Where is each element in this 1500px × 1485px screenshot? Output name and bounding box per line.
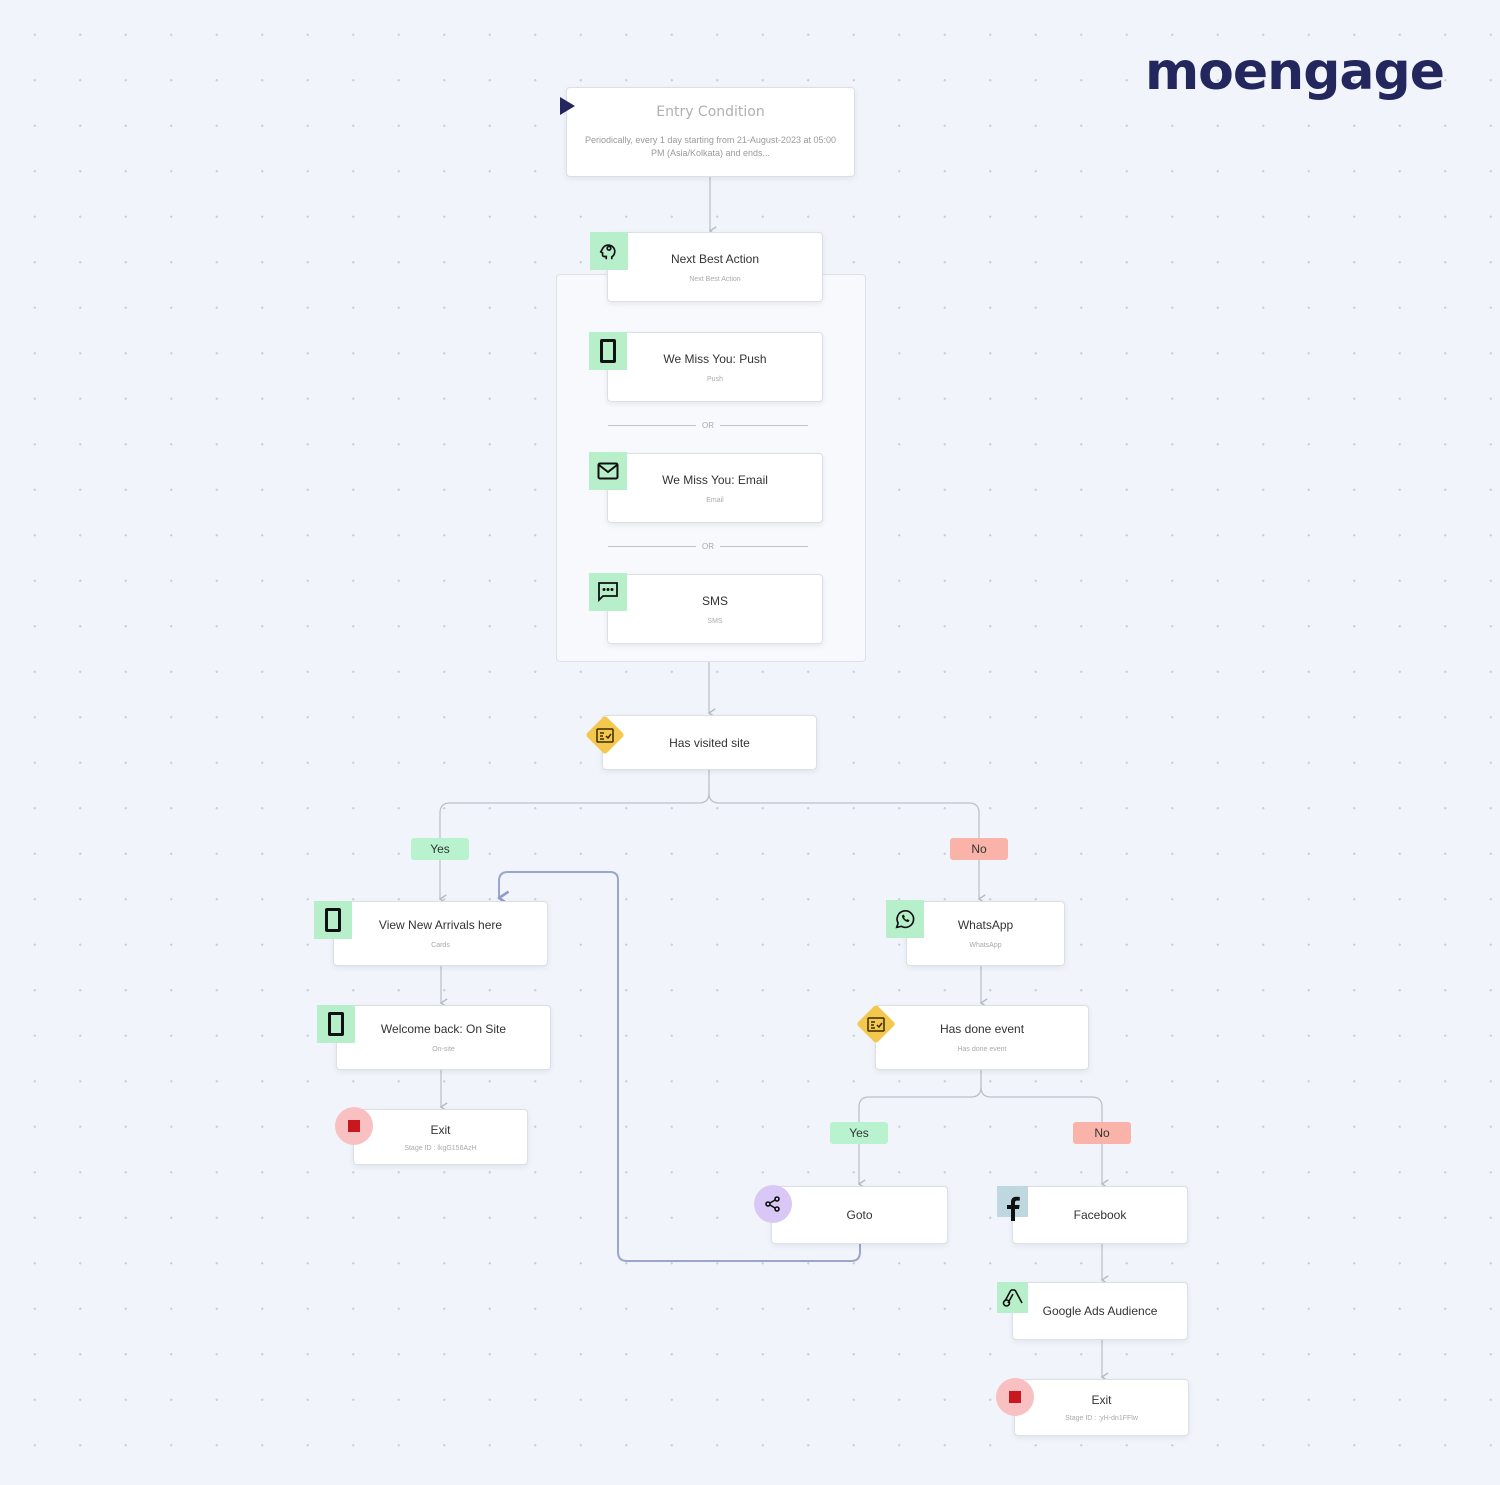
node-title: Has visited site [669,735,750,750]
node-title: WhatsApp [957,918,1014,932]
facebook-node[interactable]: Facebook [1012,1186,1188,1244]
entry-condition-title: Entry Condition [656,104,765,120]
google-ads-node[interactable]: Google Ads Audience [1012,1282,1188,1340]
node-title: Google Ads Audience [1042,1304,1158,1318]
node-title: Exit [1091,1393,1112,1407]
stage-id: Stage ID : :yH-dn1FFlw [1065,1415,1138,1422]
next-best-action-node[interactable]: Next Best Action Next Best Action [607,232,823,302]
node-subtitle: Has done event [957,1046,1007,1053]
play-icon [560,97,575,115]
or-divider: OR [608,540,808,552]
node-title: Goto [846,1208,873,1222]
node-title: Next Best Action [670,251,760,266]
no-branch-label: No [950,838,1008,860]
entry-condition-description: Periodically, every 1 day starting from … [585,135,836,158]
or-label: OR [702,420,714,430]
node-subtitle: Next Best Action [689,275,741,283]
mobile-icon [317,1005,355,1043]
node-subtitle: On-site [432,1046,455,1053]
has-done-event-node[interactable]: Has done event Has done event [875,1005,1089,1070]
condition-checklist-icon [856,1004,896,1044]
connector-split-1-no [708,792,980,838]
goto-node[interactable]: Goto [771,1186,948,1244]
node-subtitle: SMS [707,617,723,625]
node-title: SMS [701,593,728,608]
node-title: We Miss You: Push [663,351,767,366]
onsite-node[interactable]: Welcome back: On Site On-site [336,1005,551,1070]
node-title: Has done event [939,1022,1025,1036]
stage-id: Stage ID : lkgG156AzH [404,1144,477,1152]
node-subtitle: Email [706,496,724,504]
entry-condition-node[interactable]: Entry Condition Periodically, every 1 da… [566,87,855,177]
node-title: Welcome back: On Site [380,1022,507,1036]
stop-icon [996,1378,1034,1416]
node-title: Exit [430,1122,451,1137]
yes-branch-label: Yes [411,838,469,860]
whatsapp-icon [886,900,924,938]
condition-checklist-icon [585,715,625,755]
node-title: View New Arrivals here [378,918,503,932]
push-node[interactable]: We Miss You: Push Push [607,332,823,402]
cards-node[interactable]: View New Arrivals here Cards [333,901,548,966]
node-subtitle: Cards [431,942,450,949]
node-title: We Miss You: Email [662,472,768,487]
whatsapp-node[interactable]: WhatsApp WhatsApp [906,901,1065,966]
mobile-icon [314,901,352,939]
stop-icon [335,1107,373,1145]
node-subtitle: Push [707,375,723,383]
connector-split-2 [858,1068,982,1122]
facebook-icon [997,1186,1028,1221]
node-subtitle: WhatsApp [969,942,1002,949]
or-divider: OR [608,419,808,431]
exit-node-1[interactable]: Exit Stage ID : lkgG156AzH [353,1109,528,1165]
mobile-icon [589,332,627,370]
has-visited-site-node[interactable]: Has visited site [602,715,817,770]
share-icon [754,1185,792,1223]
connector-split-1 [439,768,710,838]
or-label: OR [702,541,714,551]
node-title: Facebook [1073,1208,1127,1222]
mail-icon [589,452,627,490]
chat-icon [589,573,627,611]
no-branch-label: No [1073,1122,1131,1144]
google-ads-icon [997,1282,1028,1313]
sms-node[interactable]: SMS SMS [607,574,823,644]
email-node[interactable]: We Miss You: Email Email [607,453,823,523]
connector-split-2-no [980,1086,1103,1122]
yes-branch-label: Yes [830,1122,888,1144]
head-gear-icon [590,232,628,270]
exit-node-2[interactable]: Exit Stage ID : :yH-dn1FFlw [1014,1379,1189,1436]
moengage-logo: moengage [1145,42,1445,102]
